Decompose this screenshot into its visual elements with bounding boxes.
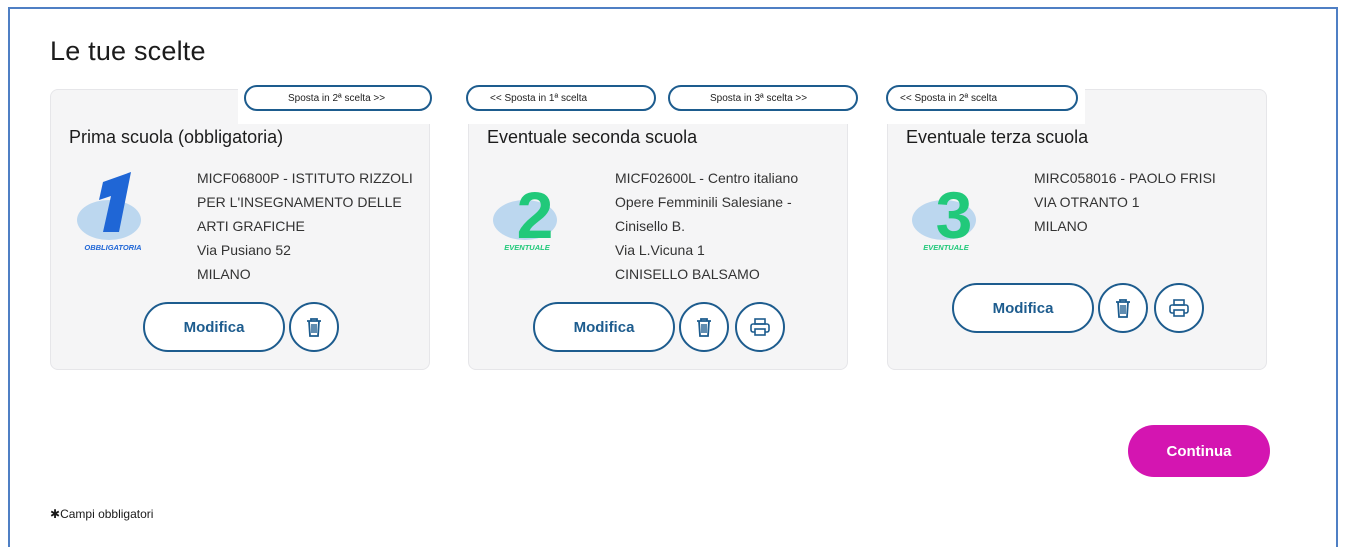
badge-label: EVENTUALE — [923, 243, 969, 252]
card-title: Prima scuola (obbligatoria) — [69, 127, 284, 147]
move-to-first-button[interactable]: << Sposta in 1ª scelta — [466, 85, 656, 111]
number-three-icon: 3 EVENTUALE — [912, 178, 976, 252]
school-line: Cinisello B. — [615, 218, 686, 234]
school-line: ARTI GRAFICHE — [197, 218, 305, 234]
printer-icon — [1169, 299, 1189, 317]
delete-button[interactable] — [679, 302, 729, 352]
required-note-text: Campi obbligatori — [60, 507, 154, 521]
school-line: Via Pusiano 52 — [197, 242, 291, 258]
page-title: Le tue scelte — [50, 36, 206, 66]
school-line: MICF02600L - Centro italiano — [615, 170, 799, 186]
school-line: CINISELLO BALSAMO — [615, 266, 760, 282]
trash-icon — [307, 318, 321, 337]
badge-label: EVENTUALE — [504, 243, 550, 252]
modify-button[interactable]: Modifica — [952, 283, 1094, 333]
move-to-second-button[interactable]: Sposta in 2ª scelta >> — [244, 85, 432, 111]
svg-text:3: 3 — [936, 178, 973, 252]
move-bar-second: << Sposta in 1ª scelta Sposta in 3ª scel… — [460, 82, 865, 124]
continue-button[interactable]: Continua — [1128, 425, 1270, 477]
print-button[interactable] — [1154, 283, 1204, 333]
delete-button[interactable] — [289, 302, 339, 352]
move-to-third-button[interactable]: Sposta in 3ª scelta >> — [668, 85, 858, 111]
move-bar-first: Sposta in 2ª scelta >> — [238, 82, 438, 124]
school-card-first: Prima scuola (obbligatoria) OBBLIGATORIA… — [50, 89, 430, 370]
school-line: MIRC058016 - PAOLO FRISI — [1034, 170, 1216, 186]
required-fields-note: ✱Campi obbligatori — [50, 507, 153, 521]
school-info: MICF02600L - Centro italiano Opere Femmi… — [615, 166, 798, 286]
badge-eventuale: 2 EVENTUALE — [491, 168, 571, 258]
card-title: Eventuale terza scuola — [906, 127, 1089, 147]
modify-button[interactable]: Modifica — [143, 302, 285, 352]
modify-button[interactable]: Modifica — [533, 302, 675, 352]
number-two-icon: 2 EVENTUALE — [493, 178, 557, 252]
school-line: PER L'INSEGNAMENTO DELLE — [197, 194, 402, 210]
move-to-second-button[interactable]: << Sposta in 2ª scelta — [886, 85, 1078, 111]
school-line: Opere Femminili Salesiane - — [615, 194, 792, 210]
svg-text:2: 2 — [517, 178, 554, 252]
school-card-second: Eventuale seconda scuola 2 EVENTUALE MIC… — [468, 89, 848, 370]
badge-eventuale: 3 EVENTUALE — [910, 168, 990, 258]
school-line: Via L.Vicuna 1 — [615, 242, 705, 258]
required-mark-icon: ✱ — [50, 507, 61, 521]
school-line: MILANO — [197, 266, 251, 282]
move-bar-third: << Sposta in 2ª scelta — [880, 82, 1085, 124]
number-one-icon: OBBLIGATORIA — [77, 172, 142, 252]
school-card-third: Eventuale terza scuola 3 EVENTUALE MIRC0… — [887, 89, 1267, 370]
school-line: MILANO — [1034, 218, 1088, 234]
school-line: MICF06800P - ISTITUTO RIZZOLI — [197, 170, 413, 186]
printer-icon — [750, 318, 770, 336]
school-line: VIA OTRANTO 1 — [1034, 194, 1140, 210]
badge-obbligatoria: OBBLIGATORIA — [73, 168, 153, 258]
badge-label: OBBLIGATORIA — [84, 243, 141, 252]
delete-button[interactable] — [1098, 283, 1148, 333]
school-info: MIRC058016 - PAOLO FRISI VIA OTRANTO 1 M… — [1034, 166, 1216, 238]
school-info: MICF06800P - ISTITUTO RIZZOLI PER L'INSE… — [197, 166, 413, 286]
trash-icon — [1116, 299, 1130, 318]
card-title: Eventuale seconda scuola — [487, 127, 698, 147]
trash-icon — [697, 318, 711, 337]
print-button[interactable] — [735, 302, 785, 352]
